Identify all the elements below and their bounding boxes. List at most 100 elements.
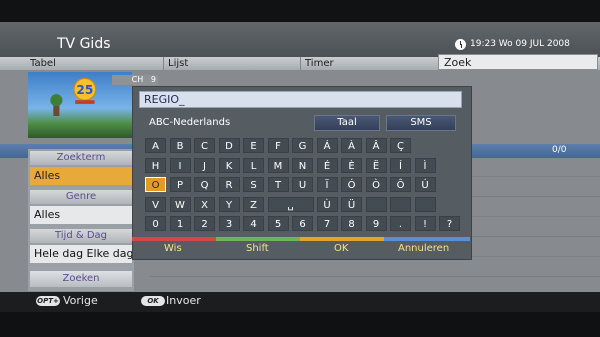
key[interactable]: D — [218, 138, 240, 153]
key[interactable]: Â — [365, 138, 387, 153]
filter-label-zoekterm: Zoekterm — [30, 151, 132, 165]
channel-number: 9 — [150, 75, 156, 84]
page-title: TV Gids — [57, 36, 111, 52]
green-key-strip — [216, 237, 300, 241]
key[interactable]: Q — [194, 177, 215, 192]
color-key-bar — [132, 237, 470, 241]
results-count: 0/0 — [552, 145, 567, 155]
opt-plus-key-icon: OPT+ — [36, 296, 60, 306]
key[interactable]: 8 — [341, 216, 362, 231]
key[interactable]: H — [145, 157, 166, 173]
key[interactable]: 0 — [145, 216, 166, 231]
cancel-button[interactable]: Annuleren — [398, 243, 449, 254]
clock-icon — [455, 39, 466, 50]
key[interactable]: J — [194, 157, 215, 173]
channel-indicator: CH 9 — [112, 75, 158, 85]
red-key-strip — [132, 237, 216, 241]
tab-tabel[interactable]: Tabel — [30, 58, 56, 69]
key[interactable]: À — [341, 138, 362, 153]
wis-button[interactable]: Wis — [164, 243, 182, 254]
filter-value-zoekterm[interactable]: Alles — [30, 167, 132, 185]
filter-label-tijd-dag: Tijd & Dag — [30, 229, 132, 243]
datetime: 19:23 Wo 09 JUL 2008 — [470, 39, 570, 49]
tab-timer[interactable]: Timer — [305, 58, 334, 69]
tab-lijst[interactable]: Lijst — [168, 58, 188, 69]
svg-text:25: 25 — [76, 83, 93, 97]
key[interactable]: Ë — [365, 157, 387, 173]
key[interactable]: S — [243, 177, 264, 192]
key[interactable]: Ó — [341, 177, 362, 192]
footer-previous-label: Vorige — [63, 294, 98, 307]
row-divider — [150, 276, 600, 277]
ok-button[interactable]: OK — [334, 243, 348, 254]
channel-label: CH — [131, 75, 144, 84]
key[interactable]: U — [292, 177, 313, 192]
tab-zoek[interactable]: Zoek — [438, 54, 598, 70]
key[interactable]: ! — [414, 216, 436, 231]
key[interactable]: T — [267, 177, 289, 192]
key[interactable]: 6 — [292, 216, 313, 231]
key[interactable]: Ù — [316, 196, 338, 212]
filter-value-tijd-dag[interactable]: Hele dag Elke dag — [30, 245, 132, 263]
key[interactable]: Á — [316, 138, 338, 153]
key[interactable]: 2 — [194, 216, 215, 231]
key[interactable]: C — [194, 138, 215, 153]
key[interactable]: Ò — [365, 177, 387, 192]
key[interactable]: A — [145, 138, 166, 153]
sms-button[interactable]: SMS — [386, 115, 456, 131]
key[interactable]: Y — [218, 196, 240, 212]
key[interactable]: 4 — [243, 216, 264, 231]
key[interactable]: V — [145, 196, 166, 212]
key[interactable]: 5 — [267, 216, 289, 231]
yellow-key-strip — [300, 237, 384, 241]
key[interactable]: E — [243, 138, 264, 153]
search-text-value: REGIO_ — [144, 93, 185, 106]
key[interactable]: ? — [439, 216, 460, 231]
key[interactable]: . — [390, 216, 411, 231]
blue-key-strip — [384, 237, 470, 241]
key-blank — [414, 196, 436, 212]
ok-key-icon: OK — [141, 296, 165, 306]
key[interactable]: 9 — [365, 216, 387, 231]
tab-zoek-label: Zoek — [444, 56, 472, 69]
key[interactable]: È — [341, 157, 362, 173]
key[interactable]: N — [292, 157, 313, 173]
key[interactable]: K — [218, 157, 240, 173]
key[interactable]: 3 — [218, 216, 240, 231]
bottom-black-bar — [0, 312, 600, 337]
key[interactable]: Í — [390, 157, 411, 173]
key[interactable]: X — [194, 196, 215, 212]
key[interactable]: P — [169, 177, 191, 192]
key[interactable]: Ú — [414, 177, 436, 192]
key[interactable]: Ô — [390, 177, 411, 192]
key[interactable]: L — [243, 157, 264, 173]
key[interactable]: M — [267, 157, 289, 173]
key[interactable]: Ç — [390, 138, 411, 153]
key[interactable]: Ü — [341, 196, 362, 212]
filter-value-genre[interactable]: Alles — [30, 206, 132, 224]
key[interactable]: B — [169, 138, 191, 153]
top-black-bar — [0, 0, 600, 22]
search-button[interactable]: Zoeken — [30, 271, 132, 287]
key[interactable]: 1 — [169, 216, 191, 231]
key[interactable]: I — [169, 157, 191, 173]
language-button[interactable]: Taal — [314, 115, 380, 131]
footer-input-label: Invoer — [166, 294, 201, 307]
shift-button[interactable]: Shift — [246, 243, 269, 254]
key[interactable]: O — [145, 177, 166, 192]
key[interactable]: W — [169, 196, 191, 212]
key[interactable]: R — [218, 177, 240, 192]
filter-label-genre: Genre — [30, 190, 132, 204]
key-space[interactable]: ␣ — [267, 196, 314, 212]
key[interactable]: G — [292, 138, 313, 153]
key[interactable]: 7 — [316, 216, 338, 231]
key[interactable]: É — [316, 157, 338, 173]
key-blank — [390, 196, 411, 212]
keyboard-language-label: ABC-Nederlands — [149, 117, 231, 128]
key[interactable]: Z — [243, 196, 264, 212]
key[interactable]: F — [267, 138, 289, 153]
search-text-input[interactable]: REGIO_ — [139, 91, 462, 108]
key[interactable]: Ï — [316, 177, 338, 192]
key-blank — [365, 196, 387, 212]
key[interactable]: Ì — [414, 157, 436, 173]
